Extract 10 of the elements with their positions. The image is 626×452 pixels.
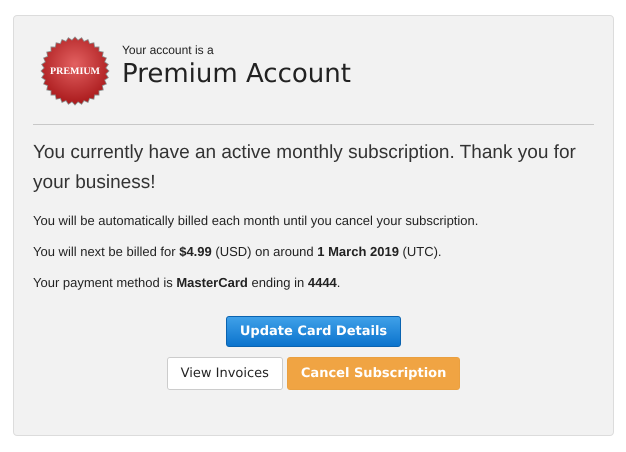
billing-info: Your payment method is MasterCard ending in 4444. [33,274,342,292]
billing-info: You will be automatically billed each month until you cancel your subscription. [33,212,480,230]
update-card-button[interactable]: Update Card Details [226,316,402,347]
account-intro: Your account is a [122,43,215,57]
premium-badge-icon: PREMIUM [40,36,110,106]
view-invoices-button[interactable]: View Invoices [166,357,283,390]
cancel-subscription-button[interactable]: Cancel Subscription [286,357,460,390]
billing-info: You will next be billed for $4.99 (USD) on around 1 March 2019 (UTC). [33,243,443,261]
subscription-message: You currently have an active monthly subscription. Thank you for your business! [33,141,577,195]
account-title: Premium Account [122,59,351,89]
